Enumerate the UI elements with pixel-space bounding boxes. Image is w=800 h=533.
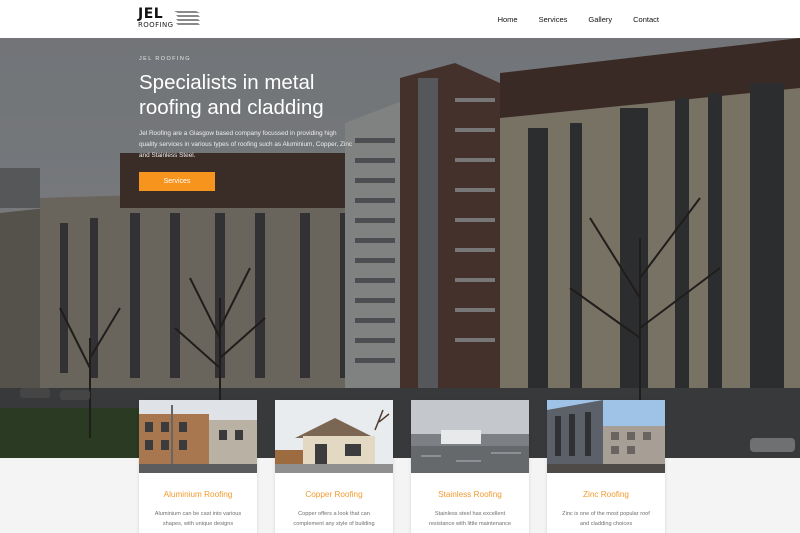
card-title: Stainless Roofing	[438, 490, 502, 499]
page: JEL ROOFING Home Services Gallery Contac…	[0, 0, 800, 533]
nav-home[interactable]: Home	[498, 15, 518, 24]
service-cards: Aluminium Roofing Aluminium can be cast …	[139, 400, 670, 533]
site-header: JEL ROOFING Home Services Gallery Contac…	[0, 0, 800, 38]
card-title: Aluminium Roofing	[163, 490, 233, 499]
roof-stripes-icon	[174, 11, 200, 25]
card-zinc[interactable]: Zinc Roofing Zinc is one of the most pop…	[547, 400, 665, 533]
hero-description: Jel Roofing are a Glasgow based company …	[139, 130, 353, 159]
site-logo[interactable]: JEL ROOFING	[138, 7, 202, 31]
nav-gallery[interactable]: Gallery	[588, 15, 612, 24]
card-description: Copper offers a look that can complement…	[293, 511, 375, 527]
card-title: Zinc Roofing	[583, 490, 629, 499]
nav-contact[interactable]: Contact	[633, 15, 659, 24]
card-description: Zinc is one of the most popular roof and…	[562, 511, 650, 527]
hero-content: JEL ROOFING Specialists in metal roofing…	[139, 56, 369, 191]
main-nav: Home Services Gallery Contact	[477, 0, 659, 38]
stainless-roofing-image	[411, 400, 529, 473]
aluminium-roofing-image	[139, 400, 257, 473]
nav-services[interactable]: Services	[539, 15, 568, 24]
hero-eyebrow: JEL ROOFING	[139, 56, 191, 62]
card-title: Copper Roofing	[305, 490, 363, 499]
card-description: Stainless steel has excellent resistance…	[428, 511, 512, 527]
hero-headline: Specialists in metal roofing and claddin…	[139, 71, 324, 119]
hero-overlay	[0, 38, 800, 458]
logo-subtext: ROOFING	[138, 21, 174, 29]
card-copper[interactable]: Copper Roofing Copper offers a look that…	[275, 400, 393, 533]
logo-text: JEL	[138, 6, 164, 22]
card-description: Aluminium can be cast into various shape…	[154, 511, 242, 527]
copper-roofing-image	[275, 400, 393, 473]
zinc-roofing-image	[547, 400, 665, 473]
services-button[interactable]: Services	[139, 172, 215, 191]
hero-section: JEL ROOFING Specialists in metal roofing…	[0, 38, 800, 458]
card-aluminium[interactable]: Aluminium Roofing Aluminium can be cast …	[139, 400, 257, 533]
card-stainless[interactable]: Stainless Roofing Stainless steel has ex…	[411, 400, 529, 533]
